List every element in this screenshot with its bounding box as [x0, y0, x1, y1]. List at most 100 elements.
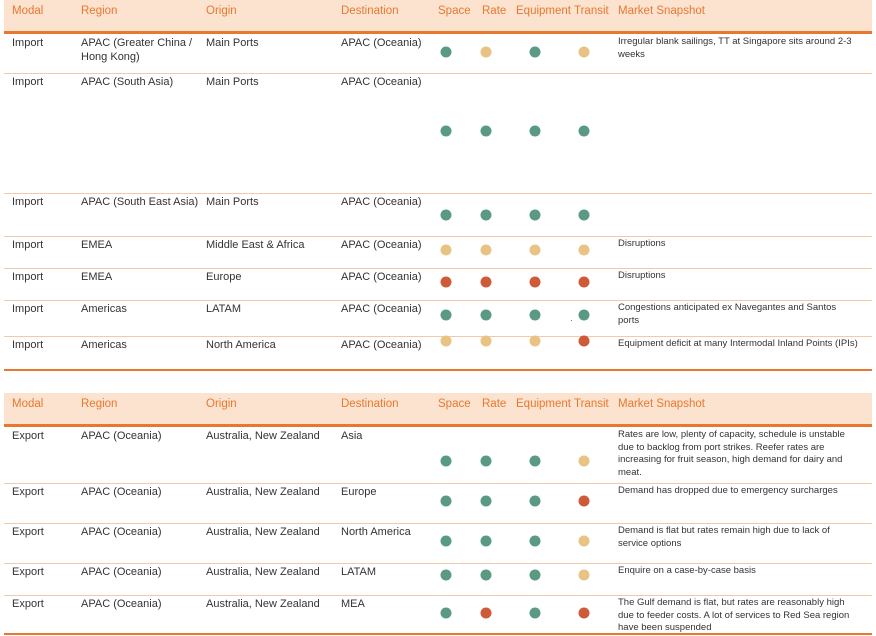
market-snapshot-cell: Demand has dropped due to emergency surc… [618, 485, 838, 496]
rate-status-dot [480, 455, 492, 467]
region-cell: APAC (Oceania) [81, 486, 162, 498]
transit-status-dot [578, 569, 590, 581]
rate-status-dot [480, 276, 492, 288]
modal-cell: Import [12, 37, 44, 49]
modal-cell: Import [12, 239, 44, 251]
equipment-status-dot [529, 335, 541, 347]
origin-cell: Main Ports [206, 37, 259, 49]
destination-cell: Asia [341, 430, 363, 442]
region-cell: EMEA [81, 239, 113, 251]
space-status-dot [440, 455, 452, 467]
modal-cell: Export [12, 566, 44, 578]
region-cell: EMEA [81, 271, 113, 283]
destination-cell: APAC (Oceania) [341, 271, 422, 283]
origin-cell: Australia, New Zealand [206, 526, 320, 538]
market-snapshot-cell: The Gulf demand is flat, but rates are r… [618, 597, 850, 633]
transit-status-dot [578, 309, 590, 321]
transit-status-dot [578, 495, 590, 507]
table-row: Export APAC (Oceania) Australia, New Zeala… [4, 483, 872, 524]
origin-cell: LATAM [206, 303, 242, 315]
origin-cell: Middle East & Africa [206, 239, 305, 251]
destination-cell: Europe [341, 486, 377, 498]
table-row: Import Americas LATAM APAC (Oceania) Congest… [4, 300, 872, 337]
column-header-rate: Rate [482, 398, 507, 410]
table-row: Export APAC (Oceania) Australia, New Zeala… [4, 427, 872, 484]
space-status-dot [440, 569, 452, 581]
destination-cell: MEA [341, 598, 365, 610]
column-header-region: Region [81, 398, 118, 410]
rate-status-dot [480, 209, 492, 221]
transit-status-dot [578, 46, 590, 58]
destination-cell: APAC (Oceania) [341, 303, 422, 315]
market-snapshot-cell: Rates are low, plenty of capacity, sched… [618, 429, 845, 478]
transit-status-dot [578, 276, 590, 288]
equipment-status-dot [529, 244, 541, 256]
table-row: Import APAC (Greater China / Hong Kong) Ma… [4, 34, 872, 74]
column-header-transit: Transit [574, 398, 609, 410]
equipment-status-dot [529, 125, 541, 137]
origin-cell: Australia, New Zealand [206, 486, 320, 498]
region-cell: Americas [81, 339, 127, 351]
rate-status-dot [480, 46, 492, 58]
modal-cell: Export [12, 526, 44, 538]
rate-status-dot [480, 309, 492, 321]
equipment-status-dot [529, 276, 541, 288]
column-header-destination: Destination [341, 398, 399, 410]
modal-cell: Import [12, 339, 44, 351]
region-cell: APAC (Oceania) [81, 598, 162, 610]
modal-cell: Import [12, 76, 44, 88]
region-cell: APAC (Oceania) [81, 430, 162, 442]
region-cell: APAC (Oceania) [81, 566, 162, 578]
space-status-dot [440, 607, 452, 619]
market-snapshot-cell: Equipment deficit at many Intermodal Inl… [618, 338, 858, 349]
origin-cell: Europe [206, 271, 242, 283]
column-header-snapshot: Market Snapshot [618, 5, 705, 17]
space-status-dot [440, 209, 452, 221]
space-status-dot [440, 535, 452, 547]
origin-cell: Australia, New Zealand [206, 566, 320, 578]
origin-cell: Australia, New Zealand [206, 430, 320, 442]
rate-status-dot [480, 607, 492, 619]
destination-cell: APAC (Oceania) [341, 196, 422, 208]
region-cell: Americas [81, 303, 127, 315]
column-header-transit: Transit [574, 5, 609, 17]
transit-status-dot [578, 244, 590, 256]
equipment-status-dot [529, 455, 541, 467]
equipment-status-dot [529, 495, 541, 507]
rate-status-dot [480, 495, 492, 507]
equipment-status-dot [529, 535, 541, 547]
column-header-equipment: Equipment [516, 5, 571, 17]
space-status-dot [440, 276, 452, 288]
transit-status-dot [578, 209, 590, 221]
equipment-status-dot [529, 46, 541, 58]
rate-status-dot [480, 335, 492, 347]
stray-mark [571, 320, 572, 321]
table-row: Export APAC (Oceania) Australia, New Zeala… [4, 523, 872, 564]
modal-cell: Import [12, 196, 44, 208]
market-snapshot-cell: Congestions anticipated ex Navegantes an… [618, 302, 837, 326]
region-cell: APAC (Oceania) [81, 526, 162, 538]
destination-cell: APAC (Oceania) [341, 339, 422, 351]
column-header-region: Region [81, 5, 118, 17]
transit-status-dot [578, 125, 590, 137]
table-row: Import APAC (South East Asia) Main Ports AP… [4, 193, 872, 237]
modal-cell: Export [12, 430, 44, 442]
origin-cell: Australia, New Zealand [206, 598, 320, 610]
market-snapshot-cell: Irregular blank sailings, TT at Singapor… [618, 36, 852, 60]
column-header-origin: Origin [206, 398, 237, 410]
destination-cell: North America [341, 526, 411, 538]
market-snapshot-cell: Enquire on a case-by-case basis [618, 565, 756, 576]
column-header-space: Space [438, 5, 471, 17]
column-header-rate: Rate [482, 5, 507, 17]
export-table-header: Modal Region Origin Destination Space Rate Equ… [4, 393, 872, 427]
destination-cell: LATAM [341, 566, 377, 578]
modal-cell: Import [12, 303, 44, 315]
destination-cell: APAC (Oceania) [341, 239, 422, 251]
table-row: Import Americas North America APAC (Oceania… [4, 335, 872, 371]
space-status-dot [440, 46, 452, 58]
equipment-status-dot [529, 309, 541, 321]
space-status-dot [440, 495, 452, 507]
import-table-header: Modal Region Origin Destination Space Rate Equ… [4, 0, 872, 34]
space-status-dot [440, 125, 452, 137]
column-header-modal: Modal [12, 5, 44, 17]
